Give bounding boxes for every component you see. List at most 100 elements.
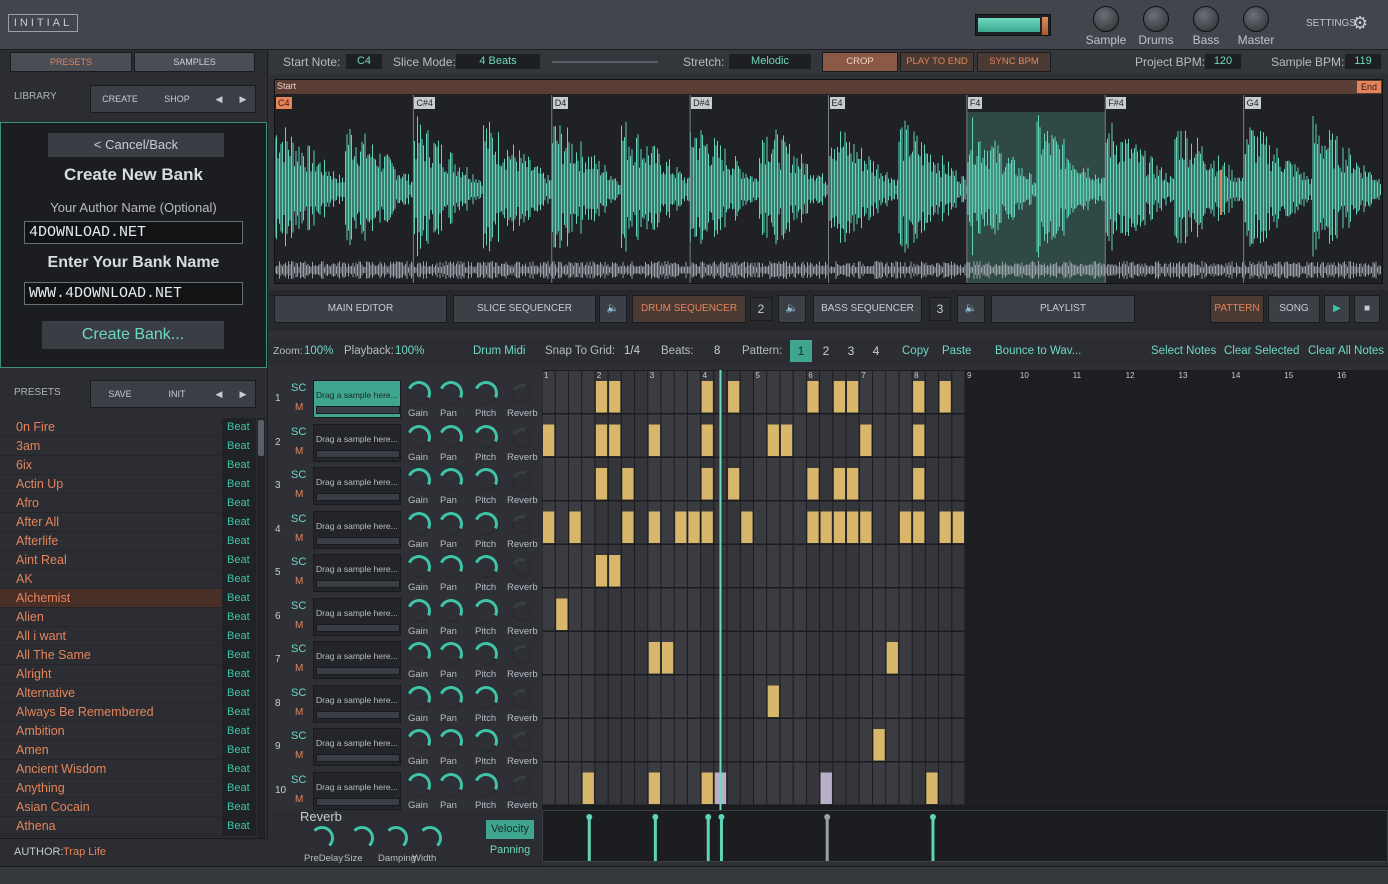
drum-note[interactable] [780,424,793,457]
track-reverb-knob[interactable] [509,468,535,494]
track-pitch-knob[interactable] [470,682,502,713]
mute-button[interactable]: M [295,402,303,413]
shop-button[interactable]: SHOP [149,86,205,112]
preset-item[interactable]: Aint Real Beat [0,551,256,570]
tab-samples[interactable]: SAMPLES [134,52,255,72]
drum-note[interactable] [939,511,951,544]
preset-item[interactable]: 3am Beat [0,437,256,456]
drum-note[interactable] [939,381,951,413]
panning-lane-button[interactable]: Panning [486,841,534,860]
drum-note[interactable] [873,729,885,761]
track-pan-knob[interactable] [435,508,467,539]
drum-note[interactable] [833,468,846,500]
sample-drop-slot[interactable]: Drag a sample here... [313,554,401,592]
save-button[interactable]: SAVE [91,381,149,407]
track-pan-knob[interactable] [435,638,467,670]
drum-note[interactable] [701,424,713,457]
tab-presets[interactable]: PRESETS [10,52,132,72]
preset-scrollbar-thumb[interactable] [258,420,264,456]
drum-note[interactable] [622,511,634,544]
selected-note[interactable] [820,772,832,805]
drum-note[interactable] [728,468,740,500]
library-next-button[interactable]: ▶ [231,86,255,112]
track-pitch-knob[interactable] [470,725,502,757]
drum-note[interactable] [556,598,568,631]
play-to-end-button[interactable]: PLAY TO END [900,52,974,72]
tab-playlist[interactable]: PLAYLIST [991,295,1135,323]
paste-button[interactable]: Paste [942,345,971,357]
track-pitch-knob[interactable] [470,638,502,670]
drum-note[interactable] [543,511,555,544]
tab-drum-sequencer[interactable]: DRUM SEQUENCER [632,295,746,323]
velocity-lane[interactable] [542,810,1388,862]
drum-note[interactable] [833,381,846,413]
stop-icon[interactable]: ■ [1354,295,1380,323]
track-gain-knob[interactable] [403,464,435,496]
sidechain-button[interactable]: SC [291,556,306,568]
drum-note[interactable] [595,381,608,413]
mute-button[interactable]: M [295,663,303,674]
drum-note[interactable] [609,381,621,413]
slice-mode-slider[interactable] [552,61,658,63]
crop-button[interactable]: CROP [822,52,898,72]
drum-note[interactable] [609,555,621,587]
preset-item[interactable]: All i want Beat [0,627,256,646]
drum-note[interactable] [847,468,859,500]
sidechain-button[interactable]: SC [291,426,306,438]
velocity-handle[interactable] [718,814,725,820]
pattern-button[interactable]: 2 [815,340,837,362]
preset-item[interactable]: Alchemist Beat [0,589,256,608]
reverb-damping-knob[interactable] [384,826,408,850]
create-button[interactable]: CREATE [91,86,149,112]
drum-note[interactable] [701,772,713,805]
track-gain-knob[interactable] [403,725,435,757]
mute-button[interactable]: M [295,533,303,544]
library-prev-button[interactable]: ◀ [207,86,231,112]
track-pan-knob[interactable] [435,421,467,452]
bass-speaker-icon[interactable]: 🔈 [957,295,985,323]
sample-drop-slot[interactable]: Drag a sample here... [313,423,401,462]
preset-item[interactable]: Afterlife Beat [0,532,256,551]
sidechain-button[interactable]: SC [291,513,306,525]
drum-note[interactable] [899,511,912,544]
drum-note[interactable] [847,381,859,413]
bass-volume-knob[interactable] [1193,6,1219,32]
stretch-field[interactable]: Melodic [729,54,811,69]
track-pan-knob[interactable] [435,377,467,409]
preset-item[interactable]: 6ix Beat [0,456,256,475]
track-pan-knob[interactable] [435,769,467,800]
waveform-display[interactable] [274,79,1383,284]
pattern-button[interactable]: 3 [840,340,862,362]
preset-item[interactable]: Athena Beat [0,817,256,836]
bounce-button[interactable]: Bounce to Wav... [995,345,1081,357]
sample-drop-slot[interactable]: Drag a sample here... [313,380,401,418]
clear-selected-button[interactable]: Clear Selected [1224,345,1299,357]
tab-bass-sequencer[interactable]: BASS SEQUENCER [813,295,922,323]
drum-note[interactable] [820,511,832,544]
drum-note[interactable] [913,511,925,544]
velocity-handle[interactable] [824,814,831,820]
drum-note[interactable] [582,772,594,805]
track-gain-knob[interactable] [403,638,435,670]
select-notes-button[interactable]: Select Notes [1151,345,1216,357]
reverb-predelay-knob[interactable] [310,826,334,850]
track-gain-knob[interactable] [403,551,435,583]
track-pitch-knob[interactable] [470,769,502,800]
zoom-value[interactable]: 100% [304,345,333,357]
track-gain-knob[interactable] [403,682,435,713]
mute-button[interactable]: M [295,794,303,805]
track-reverb-knob[interactable] [509,381,535,407]
preset-item[interactable]: All The Same Beat [0,646,256,665]
sample-drop-slot[interactable]: Drag a sample here... [313,771,401,810]
snap-value[interactable]: 1/4 [624,345,640,357]
play-icon[interactable]: ▶ [1324,295,1350,323]
preset-item[interactable]: AK Beat [0,570,256,589]
track-pan-knob[interactable] [435,595,467,626]
sample-drop-slot[interactable]: Drag a sample here... [313,641,401,679]
preset-item[interactable]: Anything Beat [0,779,256,798]
preset-scrollbar[interactable] [257,418,265,838]
pattern-button[interactable]: 4 [865,340,887,362]
velocity-handle[interactable] [586,814,593,820]
track-pitch-knob[interactable] [470,508,502,539]
drum-note[interactable] [595,555,608,587]
